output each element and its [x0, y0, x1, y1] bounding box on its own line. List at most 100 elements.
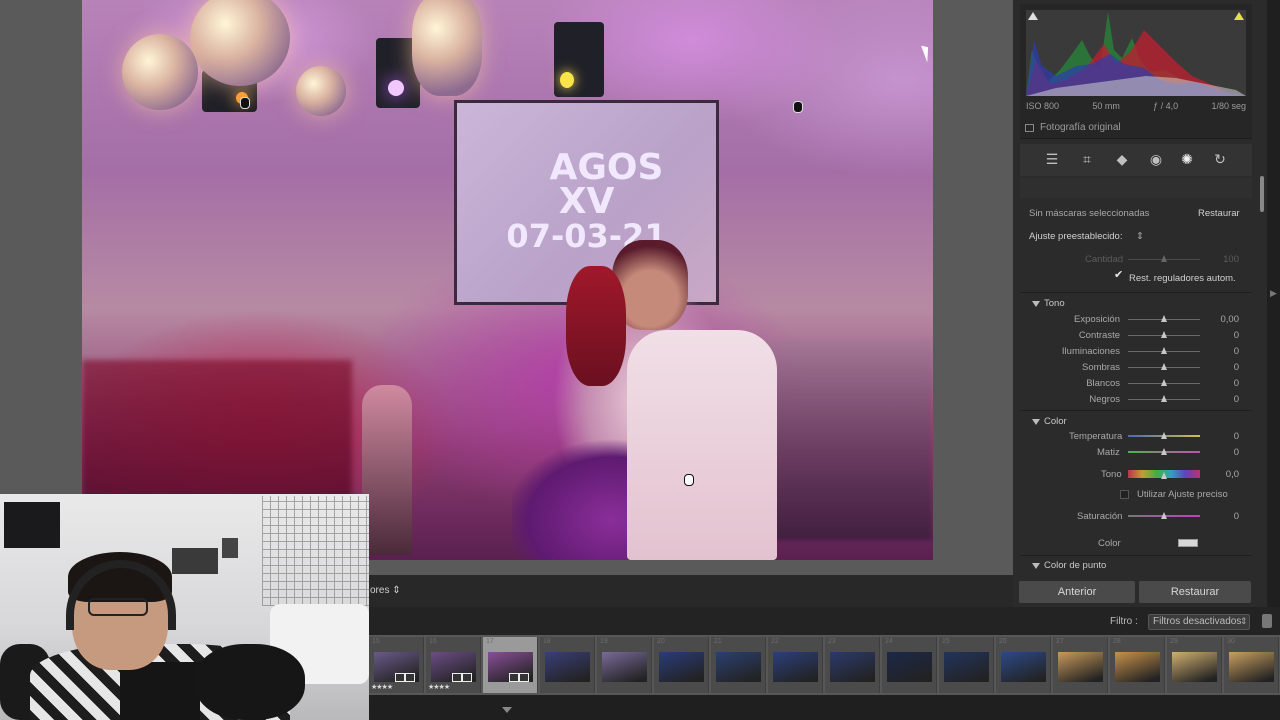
- filmstrip-thumbnail[interactable]: 29: [1167, 637, 1222, 693]
- tone-slider-label: Contraste: [1078, 330, 1120, 341]
- reset-button[interactable]: Restaurar: [1139, 581, 1251, 603]
- mask-pin-icon[interactable]: [684, 474, 694, 486]
- tone-slider-knob[interactable]: [1160, 347, 1167, 354]
- original-photo-checkbox[interactable]: [1025, 124, 1034, 132]
- tone-slider-label: Blancos: [1086, 378, 1120, 389]
- crop-icon[interactable]: ⌗: [1079, 151, 1095, 167]
- thumbnail-image[interactable]: [545, 652, 590, 682]
- preset-label[interactable]: Ajuste preestablecido:: [1029, 231, 1122, 242]
- tone-section-title[interactable]: Tono: [1044, 298, 1065, 309]
- hue-knob[interactable]: [1161, 472, 1167, 479]
- filmstrip-thumbnail[interactable]: 28: [1110, 637, 1165, 693]
- tone-slider-knob[interactable]: [1160, 331, 1167, 338]
- filmstrip-thumbnail[interactable]: 27: [1053, 637, 1108, 693]
- tone-slider-value: 0: [1233, 330, 1239, 341]
- thumbnail-image[interactable]: [716, 652, 761, 682]
- thumbnail-image[interactable]: [830, 652, 875, 682]
- tone-collapse-icon[interactable]: [1032, 301, 1040, 307]
- thumbnail-image[interactable]: [1001, 652, 1046, 682]
- presets-icon[interactable]: ↻: [1212, 151, 1228, 167]
- thumbnail-image[interactable]: [773, 652, 818, 682]
- amount-knob[interactable]: [1161, 255, 1167, 262]
- disco-ball: [190, 0, 290, 86]
- person-tshirt: [120, 662, 200, 720]
- main-photo[interactable]: AGOS XV 07-03-21: [82, 0, 933, 560]
- chevron-right-icon[interactable]: ▶: [1270, 288, 1277, 299]
- filmstrip-thumbnail[interactable]: 15 ★★★★: [369, 637, 424, 693]
- hue-label: Tono: [1101, 469, 1122, 480]
- auto-reset-label: Rest. reguladores autom.: [1129, 273, 1236, 284]
- tone-slider-label: Sombras: [1081, 362, 1120, 373]
- panel-toggle-arrow-icon[interactable]: [502, 707, 512, 713]
- filter-label: Filtro :: [1110, 616, 1138, 627]
- thumbnail-index: 28: [1113, 638, 1121, 645]
- color-section-title[interactable]: Color: [1044, 416, 1067, 427]
- filmstrip-thumbnail[interactable]: 23: [825, 637, 880, 693]
- filmstrip-thumbnail[interactable]: 24: [882, 637, 937, 693]
- thumbnail-index: 15: [372, 638, 380, 645]
- thumbnail-image[interactable]: [887, 652, 932, 682]
- thumbnail-image[interactable]: [1058, 652, 1103, 682]
- image-toolbar: [369, 575, 1013, 607]
- thumbnail-image[interactable]: [659, 652, 704, 682]
- tone-slider-value: 0: [1233, 378, 1239, 389]
- panel-scrollbar[interactable]: [1260, 176, 1264, 212]
- point-color-collapse-icon[interactable]: [1032, 563, 1040, 569]
- filmstrip-thumbnail[interactable]: 21: [711, 637, 766, 693]
- sort-dropdown[interactable]: ores ⇕: [370, 585, 401, 596]
- hue-value: 0,0: [1225, 469, 1239, 480]
- preset-dropdown-icon[interactable]: ⇕: [1136, 231, 1144, 242]
- filmstrip-thumbnail[interactable]: 26: [996, 637, 1051, 693]
- star-rating[interactable]: ★★★★: [428, 683, 450, 691]
- thumbnail-index: 19: [600, 638, 608, 645]
- filmstrip-thumbnail[interactable]: 30: [1224, 637, 1279, 693]
- saturation-knob[interactable]: [1161, 512, 1167, 519]
- highlight-clip-icon[interactable]: [1234, 12, 1244, 20]
- filter-toggle[interactable]: [1262, 614, 1272, 628]
- color-swatch[interactable]: [1178, 539, 1198, 547]
- shutter-value: 1/80 seg: [1211, 101, 1246, 111]
- star-rating[interactable]: ★★★★: [371, 683, 393, 691]
- fine-adjust-checkbox[interactable]: [1120, 490, 1129, 499]
- tone-slider-knob[interactable]: [1160, 315, 1167, 322]
- shadow-clip-icon[interactable]: [1028, 12, 1038, 20]
- filmstrip[interactable]: 15 ★★★★ 16 ★★★★ 17 18 19 20 21 22 23 24 25 26 27 28 29 30: [369, 635, 1280, 695]
- focal-length: 50 mm: [1092, 101, 1120, 111]
- auto-reset-checkbox[interactable]: ✔: [1114, 270, 1124, 281]
- temp-knob[interactable]: [1161, 432, 1167, 439]
- disco-ball-small: [122, 34, 198, 110]
- filmstrip-thumbnail[interactable]: 22: [768, 637, 823, 693]
- thumbnail-image[interactable]: [944, 652, 989, 682]
- thumbnail-index: 18: [543, 638, 551, 645]
- filmstrip-thumbnail[interactable]: 20: [654, 637, 709, 693]
- tone-slider-knob[interactable]: [1160, 363, 1167, 370]
- chevron-updown-icon: ⇕: [1240, 616, 1248, 626]
- thumbnail-image[interactable]: [1229, 652, 1274, 682]
- edit-sliders-icon[interactable]: ☰: [1044, 151, 1060, 167]
- thumbnail-image[interactable]: [1115, 652, 1160, 682]
- previous-button[interactable]: Anterior: [1019, 581, 1135, 603]
- tone-slider-knob[interactable]: [1160, 395, 1167, 402]
- reset-link[interactable]: Restaurar: [1198, 208, 1240, 219]
- filmstrip-thumbnail[interactable]: 16 ★★★★: [426, 637, 481, 693]
- panel-edge[interactable]: [1267, 0, 1280, 607]
- thumbnail-image[interactable]: [1172, 652, 1217, 682]
- eraser-icon[interactable]: ◆: [1114, 151, 1130, 167]
- filter-select[interactable]: Filtros desactivados: [1148, 614, 1250, 630]
- masking-icon[interactable]: ✺: [1179, 151, 1195, 167]
- tone-slider-knob[interactable]: [1160, 379, 1167, 386]
- filmstrip-thumbnail[interactable]: 25: [939, 637, 994, 693]
- red-eye-icon[interactable]: ◉: [1148, 151, 1164, 167]
- point-color-section-title[interactable]: Color de punto: [1044, 560, 1106, 571]
- histogram[interactable]: [1026, 10, 1246, 96]
- filmstrip-thumbnail[interactable]: 18: [540, 637, 595, 693]
- mask-pin-icon[interactable]: [793, 101, 803, 113]
- mask-pin-icon[interactable]: [240, 97, 250, 109]
- filmstrip-thumbnail[interactable]: 19: [597, 637, 652, 693]
- color-collapse-icon[interactable]: [1032, 419, 1040, 425]
- glasses: [88, 598, 148, 616]
- tint-knob[interactable]: [1161, 448, 1167, 455]
- wall-tv: [4, 502, 60, 548]
- thumbnail-image[interactable]: [602, 652, 647, 682]
- filmstrip-thumbnail[interactable]: 17: [483, 637, 538, 693]
